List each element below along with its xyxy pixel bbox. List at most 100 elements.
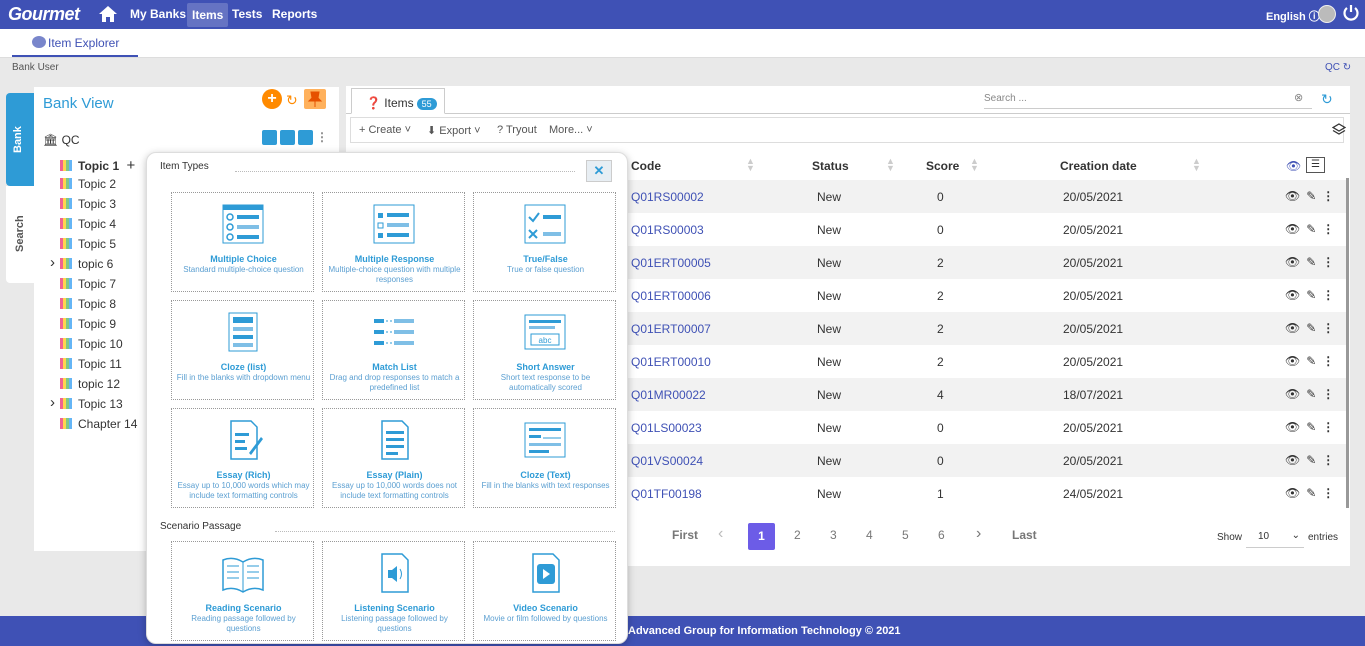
item-code[interactable]: Q01TF00198 xyxy=(631,487,702,501)
item-type-card[interactable]: Essay (Plain) Essay up to 10,000 words do… xyxy=(322,408,465,508)
page-next-icon[interactable]: › xyxy=(976,525,981,543)
nav-reports[interactable]: Reports xyxy=(272,7,317,21)
item-code[interactable]: Q01ERT00010 xyxy=(631,355,711,369)
tree-item[interactable]: Topic 9 xyxy=(60,317,116,331)
more-icon[interactable]: ⋮ xyxy=(1322,354,1334,368)
edit-icon[interactable]: ✎ xyxy=(1306,288,1316,302)
eye-icon[interactable]: 👁 xyxy=(1285,321,1300,335)
tree-item[interactable]: Topic 5 xyxy=(60,237,116,251)
table-row[interactable]: Q01RS00002 New 0 20/05/2021 👁 ✎ ⋮ xyxy=(621,180,1346,213)
edit-icon[interactable]: ✎ xyxy=(1306,321,1316,335)
col-status[interactable]: Status xyxy=(812,159,849,173)
more-icon[interactable]: ⋮ xyxy=(1322,321,1334,335)
page-5[interactable]: 5 xyxy=(902,528,909,542)
item-code[interactable]: Q01ERT00006 xyxy=(631,289,711,303)
tree-item[interactable]: Topic 7 xyxy=(60,277,116,291)
edit-icon[interactable]: ✎ xyxy=(1306,255,1316,269)
item-type-card[interactable]: Multiple Response Multiple-choice questio… xyxy=(322,192,465,292)
item-code[interactable]: Q01VS00024 xyxy=(631,454,703,468)
close-button[interactable]: ✕ xyxy=(586,160,612,182)
more-icon[interactable]: ⋮ xyxy=(1322,288,1334,302)
tree-item[interactable]: Topic 11 xyxy=(60,357,122,371)
tree-item[interactable]: Topic 2 xyxy=(60,177,116,191)
tree-item[interactable]: Topic 10 xyxy=(60,337,123,351)
page-1[interactable]: 1 xyxy=(748,523,775,550)
nav-items[interactable]: Items xyxy=(187,3,229,27)
page-4[interactable]: 4 xyxy=(866,528,873,542)
create-button[interactable]: + Create ˅ xyxy=(359,124,411,136)
add-button[interactable]: + xyxy=(262,89,282,109)
edit-icon[interactable]: ✎ xyxy=(1306,453,1316,467)
tree-item[interactable]: topic 6 xyxy=(60,257,113,271)
item-type-card[interactable]: True/False True or false question xyxy=(473,192,616,292)
col-creation-date[interactable]: Creation date xyxy=(1060,159,1137,173)
qc-link[interactable]: QC ↻ xyxy=(1325,62,1351,73)
refresh-icon[interactable]: ↻ xyxy=(1321,91,1333,108)
sort-icon[interactable]: ▲ ▼ xyxy=(746,157,755,173)
user-avatar[interactable] xyxy=(1318,5,1336,23)
tree-item[interactable]: Topic 13 xyxy=(60,397,123,411)
more-icon[interactable]: ⋮ xyxy=(1322,453,1334,467)
page-last[interactable]: Last xyxy=(1012,528,1037,542)
tab-item-explorer[interactable]: Item Explorer xyxy=(12,29,138,57)
item-type-card[interactable]: Listening Scenario Listening passage foll… xyxy=(322,541,465,641)
eye-icon[interactable]: 👁 xyxy=(1285,354,1300,368)
edit-icon[interactable]: ✎ xyxy=(1306,387,1316,401)
export-button[interactable]: ⬇ Export ˅ xyxy=(427,124,481,137)
eye-icon[interactable]: 👁 xyxy=(1285,255,1300,269)
table-row[interactable]: Q01TF00198 New 1 24/05/2021 👁 ✎ ⋮ xyxy=(621,477,1346,510)
tab-bank[interactable]: Bank xyxy=(6,93,34,186)
power-icon[interactable] xyxy=(1343,4,1359,22)
eye-icon[interactable]: 👁 xyxy=(1285,387,1300,401)
scrollbar[interactable] xyxy=(1346,178,1349,508)
page-3[interactable]: 3 xyxy=(830,528,837,542)
tab-search[interactable]: Search xyxy=(6,186,34,283)
tree-item[interactable]: Topic 4 xyxy=(60,217,116,231)
search-input[interactable]: Search ... xyxy=(984,91,1312,109)
settings-button[interactable] xyxy=(298,130,313,146)
app-logo[interactable]: Gourmet xyxy=(8,4,80,25)
item-type-card[interactable]: abc Short Answer Short text response to be… xyxy=(473,300,616,400)
edit-icon[interactable]: ✎ xyxy=(1306,354,1316,368)
eye-icon[interactable]: 👁 xyxy=(1285,453,1300,467)
eye-icon[interactable]: 👁 xyxy=(1285,486,1300,500)
table-row[interactable]: Q01ERT00005 New 2 20/05/2021 👁 ✎ ⋮ xyxy=(621,246,1346,279)
sort-icon[interactable]: ▲ ▼ xyxy=(970,157,979,173)
table-row[interactable]: Q01MR00022 New 4 18/07/2021 👁 ✎ ⋮ xyxy=(621,378,1346,411)
edit-icon[interactable]: ✎ xyxy=(1306,486,1316,500)
language-selector[interactable]: English ⓘ xyxy=(1266,8,1320,24)
tree-root[interactable]: 🏛 QC xyxy=(43,133,80,147)
tab-items[interactable]: ❓ Items 55 xyxy=(351,88,445,114)
sort-icon[interactable]: ▲ ▼ xyxy=(1192,157,1201,173)
edit-icon[interactable]: ✎ xyxy=(1306,222,1316,236)
home-icon[interactable] xyxy=(98,5,118,23)
tree-item[interactable]: Chapter 14 xyxy=(60,417,137,431)
eye-icon[interactable]: 👁 xyxy=(1285,222,1300,236)
edit-icon[interactable]: ✎ xyxy=(1306,420,1316,434)
entries-select[interactable]: 10 ⌄ xyxy=(1246,526,1304,548)
expand-chevron-icon[interactable]: › xyxy=(50,254,55,271)
tree-item[interactable]: Topic 3 xyxy=(60,197,116,211)
table-row[interactable]: Q01LS00023 New 0 20/05/2021 👁 ✎ ⋮ xyxy=(621,411,1346,444)
more-icon[interactable]: ⋮ xyxy=(1322,255,1334,269)
item-type-card[interactable]: Match List Drag and drop responses to mat… xyxy=(322,300,465,400)
sort-icon[interactable]: ▲ ▼ xyxy=(886,157,895,173)
table-row[interactable]: Q01ERT00010 New 2 20/05/2021 👁 ✎ ⋮ xyxy=(621,345,1346,378)
expand-chevron-icon[interactable]: › xyxy=(50,394,55,411)
item-code[interactable]: Q01ERT00005 xyxy=(631,256,711,270)
item-code[interactable]: Q01MR00022 xyxy=(631,388,706,402)
edit-icon[interactable]: ✎ xyxy=(1306,189,1316,203)
more-icon[interactable]: ⋮ xyxy=(316,130,328,144)
item-type-card[interactable]: Essay (Rich) Essay up to 10,000 words whi… xyxy=(171,408,314,508)
eye-icon[interactable]: 👁 xyxy=(1286,159,1301,173)
page-first[interactable]: First xyxy=(672,528,698,542)
nav-tests[interactable]: Tests xyxy=(232,7,262,21)
page-6[interactable]: 6 xyxy=(938,528,945,542)
more-button[interactable]: More... ˅ xyxy=(549,124,593,136)
col-score[interactable]: Score xyxy=(926,159,959,173)
item-type-card[interactable]: Cloze (Text) Fill in the blanks with text… xyxy=(473,408,616,508)
more-icon[interactable]: ⋮ xyxy=(1322,387,1334,401)
eye-icon[interactable]: 👁 xyxy=(1285,189,1300,203)
add-icon[interactable]: + xyxy=(126,157,135,174)
pin-button[interactable] xyxy=(304,89,326,109)
